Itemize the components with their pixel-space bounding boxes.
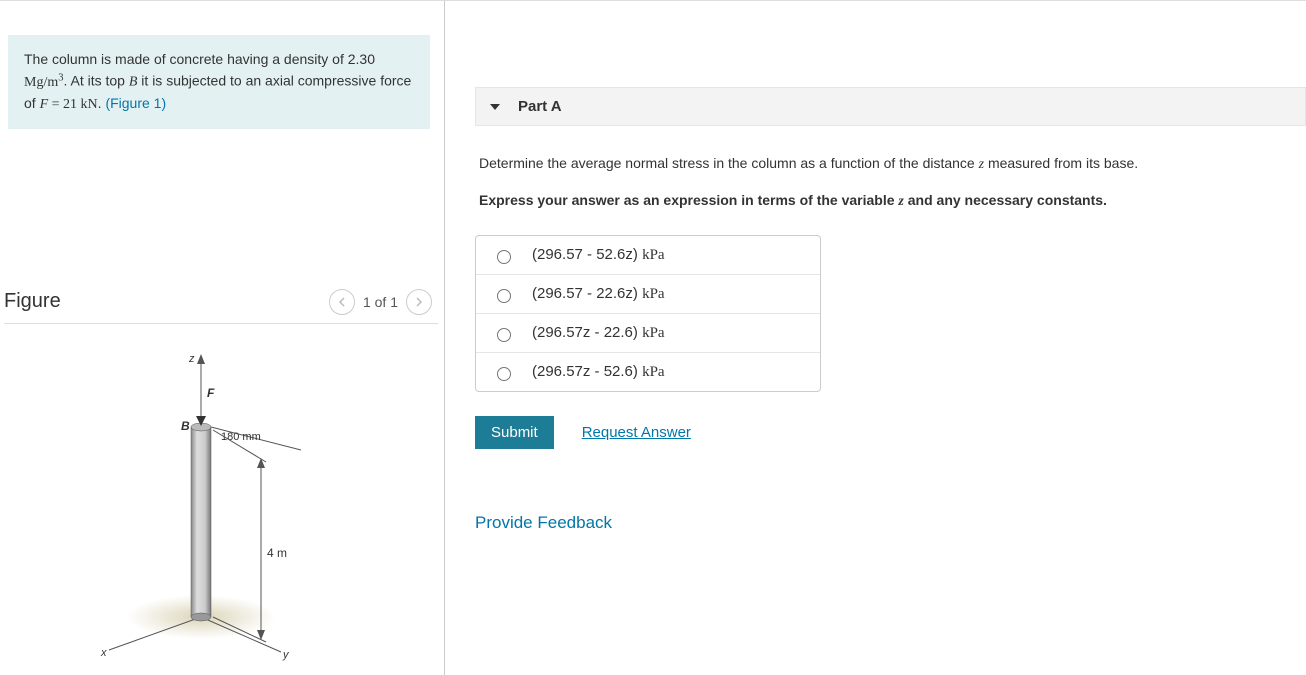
caret-down-icon	[490, 104, 500, 110]
option-4-expr: (296.57z - 52.6)	[532, 363, 642, 380]
option-4-unit: kPa	[642, 364, 665, 380]
figure-link[interactable]: (Figure 1)	[105, 95, 166, 111]
force-value: = 21 kN	[48, 97, 98, 112]
part-title: Part A	[518, 98, 562, 115]
pager-next-button[interactable]	[406, 289, 432, 315]
figure-title: Figure	[4, 290, 61, 313]
var-F: F	[40, 97, 49, 112]
option-3-unit: kPa	[642, 325, 665, 341]
problem-text-mid: . At its top	[63, 73, 128, 89]
option-3-radio[interactable]	[497, 328, 511, 342]
chevron-right-icon	[415, 297, 423, 307]
figure-header: Figure 1 of 1	[4, 289, 438, 324]
chevron-left-icon	[338, 297, 346, 307]
instruction2-a: Express your answer as an expression in …	[479, 192, 898, 208]
density-unit: Mg/m3	[24, 75, 63, 90]
left-pane: The column is made of concrete having a …	[0, 1, 445, 675]
force-label: F	[207, 386, 215, 400]
pager-text: 1 of 1	[363, 294, 398, 310]
diameter-label: 180 mm	[221, 431, 261, 443]
option-2-unit: kPa	[642, 286, 665, 302]
option-4[interactable]: (296.57z - 52.6) kPa	[476, 353, 820, 391]
request-answer-link[interactable]: Request Answer	[582, 424, 691, 441]
figure-image: z x y F B 180 mm 4 m	[4, 342, 438, 662]
instruction-text: Determine the average normal stress in t…	[479, 155, 979, 171]
instruction2-b: and any necessary constants.	[904, 192, 1107, 208]
option-3-expr: (296.57z - 22.6)	[532, 324, 642, 341]
option-2[interactable]: (296.57 - 22.6z) kPa	[476, 275, 820, 314]
instruction-text-b: measured from its base.	[984, 155, 1138, 171]
answer-options: (296.57 - 52.6z) kPa (296.57 - 22.6z) kP…	[475, 235, 821, 392]
provide-feedback-link[interactable]: Provide Feedback	[475, 513, 1306, 533]
height-label: 4 m	[267, 546, 287, 560]
option-3[interactable]: (296.57z - 22.6) kPa	[476, 314, 820, 353]
option-4-radio[interactable]	[497, 367, 511, 381]
option-2-expr: (296.57 - 22.6z)	[532, 285, 642, 302]
submit-button[interactable]: Submit	[475, 416, 554, 449]
point-B-label: B	[181, 419, 190, 433]
option-1-expr: (296.57 - 52.6z)	[532, 246, 642, 263]
instructions: Determine the average normal stress in t…	[479, 154, 1302, 211]
option-1[interactable]: (296.57 - 52.6z) kPa	[476, 236, 820, 275]
axis-y-label: y	[282, 649, 290, 661]
axis-z-label: z	[188, 353, 195, 365]
option-1-radio[interactable]	[497, 250, 511, 264]
problem-text: The column is made of concrete having a …	[24, 51, 375, 67]
part-header[interactable]: Part A	[475, 87, 1306, 126]
option-2-radio[interactable]	[497, 289, 511, 303]
problem-statement: The column is made of concrete having a …	[8, 35, 430, 129]
axis-x-label: x	[100, 647, 107, 659]
right-pane: Part A Determine the average normal stre…	[445, 1, 1306, 675]
pager-prev-button[interactable]	[329, 289, 355, 315]
figure-pager: 1 of 1	[329, 289, 432, 315]
action-row: Submit Request Answer	[475, 416, 1306, 449]
option-1-unit: kPa	[642, 247, 665, 263]
